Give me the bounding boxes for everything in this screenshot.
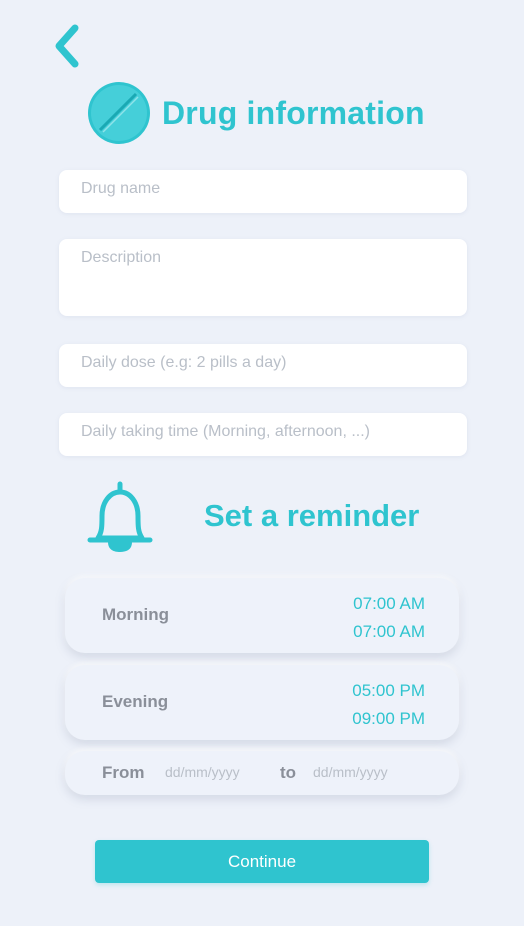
from-date-input[interactable]: dd/mm/yyyy — [165, 764, 240, 780]
evening-time-1[interactable]: 05:00 PM — [352, 677, 425, 705]
morning-time-2[interactable]: 07:00 AM — [353, 618, 425, 646]
chevron-left-icon — [55, 24, 79, 68]
daily-dose-input[interactable]: Daily dose (e.g: 2 pills a day) — [59, 344, 467, 387]
to-label: to — [280, 763, 297, 782]
pill-icon — [88, 82, 150, 144]
evening-time-2[interactable]: 09:00 PM — [352, 705, 425, 733]
drug-name-input[interactable]: Drug name — [59, 170, 467, 213]
description-input[interactable]: Description — [59, 239, 467, 316]
page-header: Drug information — [86, 80, 425, 146]
reminder-title: Set a reminder — [204, 498, 420, 533]
evening-reminder-card[interactable]: Evening 05:00 PM 09:00 PM — [65, 665, 459, 740]
evening-times: 05:00 PM 09:00 PM — [352, 677, 425, 733]
daily-taking-time-input[interactable]: Daily taking time (Morning, afternoon, .… — [59, 413, 467, 456]
evening-label: Evening — [102, 692, 169, 711]
reminder-header: Set a reminder — [86, 480, 446, 556]
bell-icon — [87, 481, 153, 552]
morning-times: 07:00 AM 07:00 AM — [353, 590, 425, 646]
morning-reminder-card[interactable]: Morning 07:00 AM 07:00 AM — [65, 578, 459, 653]
date-range-card: From dd/mm/yyyy to dd/mm/yyyy — [65, 751, 459, 795]
morning-time-1[interactable]: 07:00 AM — [353, 590, 425, 618]
from-label: From — [102, 763, 145, 782]
to-date-input[interactable]: dd/mm/yyyy — [313, 764, 388, 780]
page-title: Drug information — [162, 94, 425, 131]
back-button[interactable] — [44, 20, 88, 72]
continue-button[interactable]: Continue — [95, 840, 429, 883]
morning-label: Morning — [102, 605, 170, 624]
